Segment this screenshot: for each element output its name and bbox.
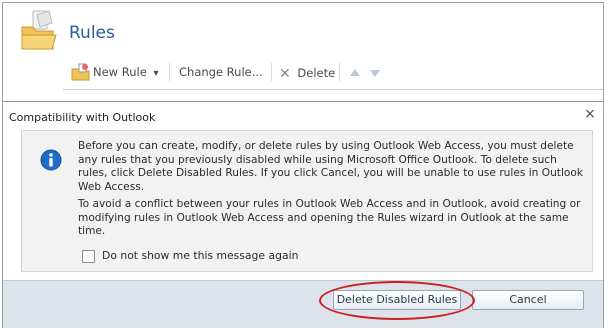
delete-button[interactable]: ✕ Delete [279,65,336,82]
dialog-message-1: Before you can create, modify, or delete… [78,140,584,193]
change-rule-button[interactable]: Change Rule... [179,65,263,79]
toolbar-divider [63,89,603,90]
rules-header: Rules New Rule ▾ Change Rule... ✕ Delete [3,3,603,101]
new-rule-label: New Rule [93,65,147,79]
folder-icon [21,10,57,50]
toolbar-separator [271,63,272,81]
dialog-button-bar: Delete Disabled Rules Cancel [3,280,603,328]
page-title: Rules [69,23,115,43]
chevron-down-icon: ▾ [153,68,159,79]
toolbar: New Rule ▾ Change Rule... ✕ Delete [65,61,603,85]
info-icon [40,149,62,171]
dialog-title: Compatibility with Outlook [9,111,156,124]
delete-label: Delete [297,66,336,80]
window: Rules New Rule ▾ Change Rule... ✕ Delete [2,2,604,328]
close-icon[interactable]: × [582,106,598,122]
dont-show-again-checkbox[interactable] [82,250,95,263]
dialog-message-2: To avoid a conflict between your rules i… [78,198,581,237]
cancel-button[interactable]: Cancel [472,290,584,310]
toolbar-separator [339,63,340,81]
dont-show-again-label[interactable]: Do not show me this message again [102,249,298,262]
compatibility-dialog: Compatibility with Outlook × Before you … [3,101,603,328]
delete-x-icon: ✕ [279,66,291,82]
toolbar-separator [169,63,170,81]
move-up-icon[interactable] [349,68,361,78]
dialog-body: Before you can create, modify, or delete… [21,130,593,272]
new-rule-folder-icon [71,63,90,81]
new-rule-button[interactable]: New Rule ▾ [93,65,158,79]
highlight-ellipse [319,281,475,320]
move-down-icon[interactable] [369,68,381,78]
